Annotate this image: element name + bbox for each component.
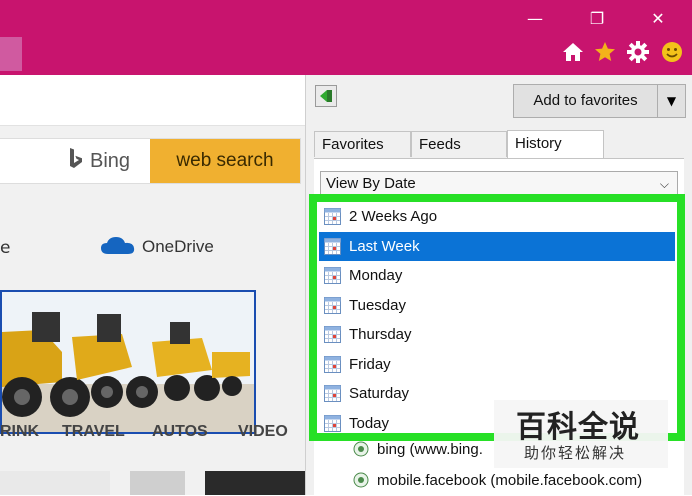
history-date-item[interactable]: Monday — [319, 261, 675, 290]
tab-feeds[interactable]: Feeds — [411, 131, 507, 157]
history-date-item[interactable]: Friday — [319, 350, 675, 379]
history-date-label: Saturday — [349, 385, 410, 402]
bing-label: Bing — [90, 150, 131, 172]
home-icon[interactable] — [561, 40, 585, 64]
nav-link[interactable]: RINK — [0, 423, 39, 441]
site-entry-label: bing (www.bing. — [377, 441, 483, 458]
news-tile[interactable] — [130, 471, 185, 495]
site-entry-label: mobile.facebook (mobile.facebook.com) — [377, 472, 643, 489]
history-date-item[interactable]: 2 Weeks Ago — [319, 202, 675, 231]
cloud-icon — [101, 237, 135, 254]
history-site-entry[interactable]: bing (www.bing. — [353, 441, 483, 458]
calendar-icon — [324, 414, 341, 432]
calendar-icon — [324, 296, 341, 314]
history-date-item[interactable]: Last Week — [319, 231, 675, 261]
history-date-label: Today — [349, 414, 390, 432]
calendar-icon — [324, 355, 341, 373]
onedrive-label: OneDrive — [142, 237, 214, 256]
add-to-favorites-button[interactable]: Add to favorites — [513, 84, 658, 118]
onedrive-link[interactable]: OneDrive — [100, 235, 214, 257]
history-date-label: Tuesday — [349, 296, 406, 314]
tab-favorites[interactable]: Favorites — [314, 131, 411, 157]
history-date-label: 2 Weeks Ago — [349, 208, 438, 225]
gear-icon[interactable] — [626, 40, 650, 64]
calendar-icon — [324, 267, 341, 284]
nav-link[interactable]: VIDEO — [238, 423, 288, 441]
web-page: Bing web search e OneDrive RINK TRAVEL A… — [0, 75, 305, 495]
calendar-icon — [324, 326, 341, 343]
history-date-label: Last Week — [349, 237, 420, 255]
watermark: 百科全说 助你轻松解决 — [494, 400, 668, 468]
pin-panel-button[interactable] — [315, 85, 337, 107]
tab-history[interactable]: History — [507, 130, 604, 158]
watermark-subtitle: 助你轻松解决 — [524, 444, 627, 462]
history-date-label: Monday — [349, 267, 403, 284]
bing-icon — [70, 148, 82, 168]
close-button[interactable]: ✕ — [643, 6, 673, 32]
browser-title-bar: — ❐ ✕ — [0, 0, 692, 75]
watermark-title: 百科全说 — [516, 410, 640, 445]
bing-logo: Bing — [68, 147, 130, 173]
maximize-button[interactable]: ❐ — [582, 6, 612, 32]
history-site-entry[interactable]: mobile.facebook (mobile.facebook.com) — [353, 472, 642, 489]
history-date-item[interactable]: Tuesday — [319, 291, 675, 320]
bulldozers-image — [2, 292, 254, 432]
star-icon[interactable] — [593, 40, 617, 64]
page-header — [0, 75, 305, 126]
view-by-select[interactable]: View By Date ⌵ — [320, 171, 678, 195]
site-icon — [353, 441, 369, 457]
arrow-left-icon — [320, 90, 332, 102]
history-date-label: Friday — [349, 355, 391, 373]
calendar-icon — [324, 385, 341, 402]
calendar-icon — [324, 208, 341, 225]
minimize-button[interactable]: — — [520, 6, 550, 32]
news-tile[interactable] — [0, 471, 110, 495]
web-search-button[interactable]: web search — [150, 139, 300, 183]
chevron-down-icon: ⌵ — [659, 177, 669, 191]
nav-link[interactable]: TRAVEL — [62, 423, 125, 441]
nav-link[interactable]: AUTOS — [152, 423, 208, 441]
add-to-favorites-dropdown[interactable]: ▼ — [657, 84, 686, 118]
view-by-value: View By Date — [326, 175, 416, 192]
news-tile[interactable] — [205, 471, 305, 495]
bing-search-bar[interactable]: Bing web search — [0, 138, 301, 184]
news-banner-image[interactable] — [0, 290, 256, 434]
history-date-label: Thursday — [349, 326, 412, 343]
site-icon — [353, 472, 369, 488]
link-fragment[interactable]: e — [0, 238, 10, 258]
history-date-item[interactable]: Thursday — [319, 320, 675, 349]
smiley-icon[interactable] — [660, 40, 684, 64]
calendar-icon — [324, 237, 341, 255]
chevron-down-icon: ▼ — [666, 94, 677, 108]
address-bar-fragment[interactable] — [0, 37, 22, 71]
